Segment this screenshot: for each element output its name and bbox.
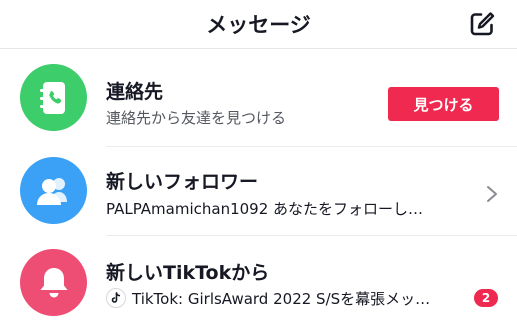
new-followers-title: 新しいフォロワー [106, 171, 259, 193]
bell-icon [40, 267, 67, 297]
new-followers-subtitle: PALPAmamichan1092 あなたをフォローし… [106, 200, 424, 218]
list-item-new-followers[interactable]: 新しいフォロワー PALPAmamichan1092 あなたをフォローし… [0, 147, 517, 235]
list-item-tiktok-notifications[interactable]: 新しいTikTokから TikTok: GirlsAward 2022 S/Sを… [0, 236, 517, 327]
compose-button[interactable] [468, 10, 496, 38]
people-icon [36, 177, 67, 205]
tiktok-notifications-subtitle-row: TikTok: GirlsAward 2022 S/Sを幕張メッ… [106, 288, 430, 309]
compose-icon [470, 12, 495, 36]
contacts-book-icon [39, 81, 65, 114]
followers-avatar [20, 157, 87, 224]
tiktok-notifications-title: 新しいTikTokから [106, 262, 270, 284]
unread-count-badge: 2 [474, 289, 498, 307]
tiktok-notifications-subtitle: TikTok: GirlsAward 2022 S/Sを幕張メッ… [132, 290, 431, 308]
list-item-contacts[interactable]: 連絡先 連絡先から友達を見つける 見つける [0, 49, 517, 146]
contacts-title: 連絡先 [106, 81, 164, 103]
header-bar: メッセージ [0, 0, 517, 49]
tiktok-notifications-avatar [20, 249, 87, 316]
find-friends-button[interactable]: 見つける [388, 87, 499, 121]
contacts-subtitle: 連絡先から友達を見つける [106, 109, 287, 127]
contacts-avatar [20, 64, 87, 131]
chevron-right-icon [487, 186, 497, 202]
tiktok-logo-icon [106, 288, 126, 308]
page-title: メッセージ [206, 13, 311, 37]
